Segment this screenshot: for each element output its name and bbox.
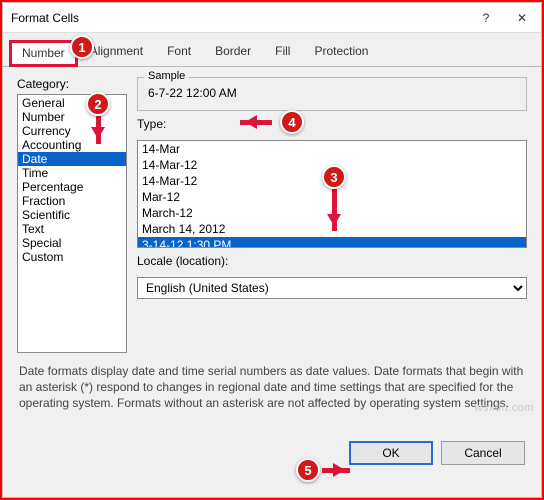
locale-select[interactable]: English (United States) [137,277,527,299]
annotation-arrow-4 [240,120,272,125]
category-item[interactable]: Fraction [18,194,126,208]
sample-group: Sample 6-7-22 12:00 AM [137,77,527,111]
category-item[interactable]: Time [18,166,126,180]
title-bar: Format Cells ? ✕ [3,3,541,33]
category-item[interactable]: Currency [18,124,126,138]
type-item[interactable]: 14-Mar [138,141,526,157]
category-panel: Category: General Number Currency Accoun… [17,77,127,353]
annotation-arrow-2 [96,116,101,144]
format-cells-dialog: Format Cells ? ✕ Number Alignment Font B… [2,2,542,498]
tab-number[interactable]: Number [9,40,78,67]
watermark: wsxdn.com [474,402,534,414]
category-item[interactable]: Scientific [18,208,126,222]
type-label: Type: [137,117,527,131]
locale-label: Locale (location): [137,254,527,268]
help-icon[interactable]: ? [475,11,497,25]
category-list[interactable]: General Number Currency Accounting Date … [17,94,127,353]
tab-border[interactable]: Border [203,39,263,66]
sample-value: 6-7-22 12:00 AM [148,86,237,100]
annotation-badge-2: 2 [86,92,110,116]
category-label: Category: [17,77,127,91]
annotation-arrow-3 [332,189,337,231]
window-controls: ? ✕ [475,11,533,25]
category-item[interactable]: Percentage [18,180,126,194]
tab-font[interactable]: Font [155,39,203,66]
category-item-selected[interactable]: Date [18,152,126,166]
tab-fill[interactable]: Fill [263,39,302,66]
window-title: Format Cells [11,11,475,25]
annotation-badge-4: 4 [280,110,304,134]
category-item[interactable]: Accounting [18,138,126,152]
sample-label: Sample [144,70,189,82]
annotation-badge-1: 1 [70,35,94,59]
type-item-selected[interactable]: 3-14-12 1:30 PM [138,237,526,248]
annotated-screenshot: Format Cells ? ✕ Number Alignment Font B… [0,0,544,500]
ok-button[interactable]: OK [349,441,433,465]
category-item[interactable]: Custom [18,250,126,264]
close-icon[interactable]: ✕ [511,11,533,25]
description-text: Date formats display date and time seria… [3,357,541,431]
annotation-badge-5: 5 [296,458,320,482]
tab-protection[interactable]: Protection [302,39,380,66]
dialog-buttons: OK Cancel [3,431,541,465]
cancel-button[interactable]: Cancel [441,441,525,465]
annotation-arrow-5 [322,468,350,473]
category-item[interactable]: Text [18,222,126,236]
category-item[interactable]: Number [18,110,126,124]
annotation-badge-3: 3 [322,165,346,189]
category-item[interactable]: Special [18,236,126,250]
